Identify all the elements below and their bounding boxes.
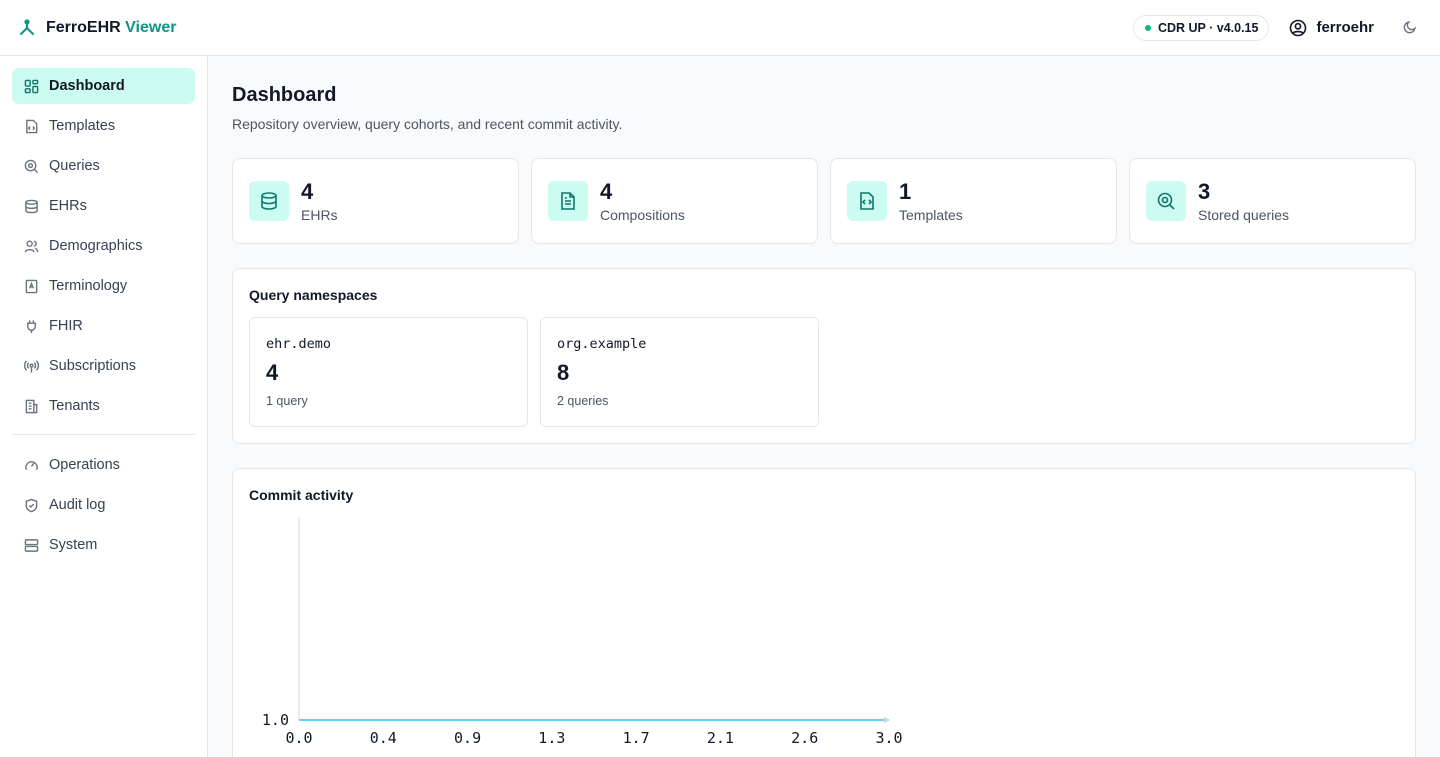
sidebar-item-fhir[interactable]: FHIR: [12, 308, 195, 344]
users-icon: [24, 239, 39, 252]
stat-value: 4: [600, 178, 613, 204]
brand-suffix: Viewer: [125, 18, 177, 36]
database-icon: [25, 199, 38, 213]
x-tick-label: 0.0: [285, 729, 312, 747]
x-tick-label: 1.3: [538, 729, 565, 747]
top-bar: FerroEHR Viewer CDR UP · v4.0.15 ferroeh…: [0, 0, 1440, 56]
x-tick-label: 0.9: [454, 729, 481, 747]
namespace-count: 8: [557, 360, 570, 385]
sidebar-item-system[interactable]: System: [12, 527, 195, 563]
sidebar-divider: [12, 434, 195, 435]
x-tick-label: 2.1: [707, 729, 734, 747]
stats-row: 4 EHRs 4 Compositions 1 Templates 3 Stor…: [232, 158, 1416, 244]
stat-label: Compositions: [600, 206, 685, 223]
sidebar-item-label: Tenants: [49, 398, 100, 414]
search-icon: [1146, 181, 1186, 221]
gauge-icon: [25, 460, 38, 470]
stat-value: 4: [301, 178, 314, 204]
query-namespaces-panel: Query namespaces ehr.demo 4 1 query org.…: [232, 268, 1416, 444]
sidebar-item-dashboard[interactable]: Dashboard: [12, 68, 195, 104]
file-code-icon: [847, 181, 887, 221]
username: ferroehr: [1316, 19, 1374, 36]
search-icon: [24, 159, 39, 173]
brand-name: FerroEHR: [46, 18, 121, 36]
stat-value: 3: [1198, 178, 1211, 204]
status-text: CDR UP · v4.0.15: [1157, 20, 1259, 35]
namespace-query-count: 1 query: [266, 394, 308, 408]
stat-card-ehrs[interactable]: 4 EHRs: [232, 158, 519, 244]
stat-card-compositions[interactable]: 4 Compositions: [531, 158, 818, 244]
x-tick-label: 1.7: [623, 729, 650, 747]
database-icon: [249, 181, 289, 221]
stat-label: Templates: [899, 206, 963, 223]
sidebar-item-queries[interactable]: Queries: [12, 148, 195, 184]
sidebar-item-label: Terminology: [49, 278, 128, 294]
sidebar-item-tenants[interactable]: Tenants: [12, 388, 195, 424]
stat-value: 1: [899, 178, 912, 204]
book-icon: [25, 279, 38, 293]
namespace-name: org.example: [557, 336, 647, 352]
status-dot-icon: [1144, 24, 1151, 31]
main-content: Dashboard Repository overview, query coh…: [208, 56, 1440, 757]
y-tick-label: 1.0: [262, 711, 289, 729]
namespace-query-count: 2 queries: [557, 394, 609, 408]
sidebar: Dashboard Templates Queries EHRs Demogra…: [0, 56, 208, 757]
namespace-card[interactable]: org.example 8 2 queries: [540, 317, 819, 427]
radio-icon: [24, 359, 39, 373]
brand[interactable]: FerroEHR Viewer: [18, 19, 176, 37]
sidebar-item-templates[interactable]: Templates: [12, 108, 195, 144]
page-title: Dashboard: [232, 84, 337, 106]
status-badge: CDR UP · v4.0.15: [1132, 14, 1270, 41]
document-icon: [548, 181, 588, 221]
sidebar-item-label: Queries: [49, 158, 100, 174]
sidebar-item-subscriptions[interactable]: Subscriptions: [12, 348, 195, 384]
namespace-name: ehr.demo: [266, 336, 332, 352]
sidebar-item-label: Subscriptions: [49, 358, 137, 374]
panel-title: Query namespaces: [249, 287, 378, 303]
commit-activity-chart: 0.0 0.4 0.9 1.3 1.7 2.1 2.6 3.0 1.0: [262, 517, 903, 747]
x-axis-arrow-icon: [884, 717, 890, 723]
file-code-icon: [26, 119, 38, 133]
sidebar-item-label: Operations: [49, 457, 120, 473]
sidebar-item-label: Demographics: [49, 238, 143, 254]
user-menu[interactable]: ferroehr: [1289, 19, 1374, 37]
stat-label: EHRs: [301, 206, 338, 223]
x-tick-label: 3.0: [875, 729, 902, 747]
sidebar-item-label: Dashboard: [49, 78, 125, 94]
moon-icon[interactable]: [1402, 19, 1420, 37]
namespace-card[interactable]: ehr.demo 4 1 query: [249, 317, 528, 427]
stat-card-templates[interactable]: 1 Templates: [830, 158, 1117, 244]
dashboard-icon: [24, 79, 39, 93]
stat-label: Stored queries: [1198, 206, 1290, 223]
plug-icon: [27, 319, 36, 333]
page-subtitle: Repository overview, query cohorts, and …: [232, 116, 623, 132]
logo-icon: [18, 18, 36, 37]
server-icon: [24, 538, 39, 552]
stat-card-stored-queries[interactable]: 3 Stored queries: [1129, 158, 1416, 244]
sidebar-item-operations[interactable]: Operations: [12, 447, 195, 483]
namespace-count: 4: [266, 360, 279, 385]
sidebar-item-label: System: [49, 537, 98, 553]
commit-activity-panel: Commit activity 0.0 0.4 0.9 1.3 1.7 2.1 2.6 3.0…: [232, 468, 1416, 757]
x-tick-label: 2.6: [791, 729, 818, 747]
sidebar-item-label: Templates: [49, 118, 116, 134]
sidebar-item-label: EHRs: [49, 198, 87, 214]
shield-icon: [25, 498, 38, 512]
user-circle-icon: [1289, 19, 1307, 37]
sidebar-item-demographics[interactable]: Demographics: [12, 228, 195, 264]
sidebar-item-ehrs[interactable]: EHRs: [12, 188, 195, 224]
sidebar-item-label: FHIR: [49, 318, 83, 334]
building-icon: [25, 399, 38, 413]
sidebar-item-terminology[interactable]: Terminology: [12, 268, 195, 304]
sidebar-item-label: Audit log: [49, 497, 106, 513]
x-tick-label: 0.4: [370, 729, 397, 747]
sidebar-item-audit-log[interactable]: Audit log: [12, 487, 195, 523]
